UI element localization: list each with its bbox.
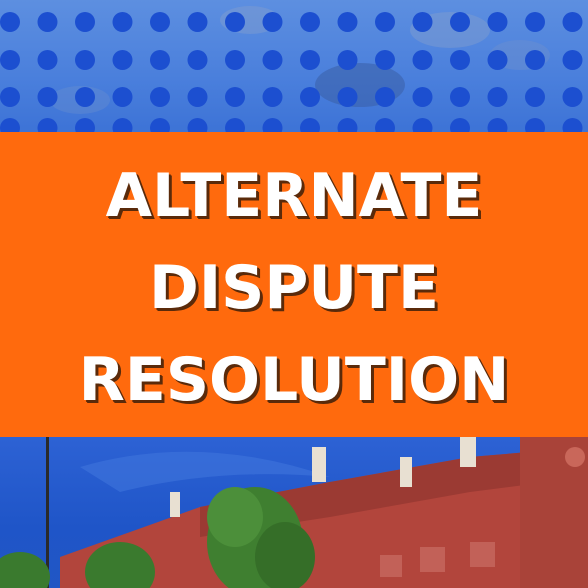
pattern-dot	[450, 87, 470, 107]
pattern-dot	[75, 118, 95, 132]
title-line-1: ALTERNATE	[105, 161, 483, 231]
pattern-dot	[75, 50, 95, 70]
pattern-dot	[300, 12, 320, 32]
pattern-dot	[37, 87, 58, 107]
pattern-dot	[187, 12, 208, 32]
pattern-dot	[450, 118, 470, 132]
pattern-dot	[375, 87, 395, 107]
pattern-dot	[412, 50, 433, 70]
pattern-dot	[37, 118, 58, 132]
pattern-dot	[300, 118, 320, 132]
pattern-dot	[337, 12, 358, 32]
pattern-dot	[450, 12, 470, 32]
pattern-dot	[525, 50, 545, 70]
pattern-dot	[0, 50, 20, 70]
dotted-pattern-band	[0, 0, 588, 132]
pattern-dot	[225, 118, 245, 132]
pattern-dot	[300, 50, 320, 70]
pattern-dot	[37, 12, 58, 32]
pattern-dot	[412, 12, 433, 32]
pattern-dot	[562, 50, 583, 70]
pattern-dot	[525, 87, 545, 107]
pattern-dot	[262, 12, 283, 32]
pattern-dot	[375, 50, 395, 70]
dot-grid	[0, 6, 583, 132]
pattern-dot	[412, 87, 433, 107]
title-line-2: DISPUTE	[149, 253, 439, 323]
pattern-dot	[262, 87, 283, 107]
pattern-dot	[225, 87, 245, 107]
pattern-dot	[187, 118, 208, 132]
pattern-dot	[412, 118, 433, 132]
pattern-dot	[375, 118, 395, 132]
pattern-dot	[112, 50, 133, 70]
pattern-dot	[112, 12, 133, 32]
building-illustration	[0, 437, 588, 588]
pattern-dot	[0, 118, 20, 132]
pattern-dot	[75, 87, 95, 107]
pattern-dot	[562, 118, 583, 132]
poster-title: ALTERNATE DISPUTE RESOLUTION	[0, 150, 588, 426]
pattern-dot	[112, 87, 133, 107]
poster: ALTERNATE DISPUTE RESOLUTION	[0, 0, 588, 588]
pattern-dot	[487, 87, 508, 107]
pattern-dot	[562, 12, 583, 32]
pattern-dot	[187, 50, 208, 70]
pattern-dot	[375, 12, 395, 32]
building-photo-band	[0, 437, 588, 588]
pattern-dot	[150, 87, 170, 107]
pattern-dot	[525, 118, 545, 132]
pattern-dot	[225, 12, 245, 32]
pattern-dot	[562, 87, 583, 107]
pattern-dot	[112, 118, 133, 132]
pattern-dot	[487, 118, 508, 132]
pattern-dot	[0, 87, 20, 107]
pattern-dot	[300, 87, 320, 107]
pattern-dot	[337, 50, 358, 70]
pattern-dot	[262, 118, 283, 132]
pattern-dot	[337, 118, 358, 132]
pattern-dot	[525, 12, 545, 32]
pattern-dot	[0, 12, 20, 32]
pattern-dot	[150, 50, 170, 70]
pattern-dot	[187, 87, 208, 107]
pattern-dot	[150, 12, 170, 32]
pattern-dot	[337, 87, 358, 107]
title-line-3: RESOLUTION	[78, 345, 510, 415]
pattern-dot	[487, 50, 508, 70]
pattern-dot	[262, 50, 283, 70]
pattern-dot	[37, 50, 58, 70]
pattern-dot	[225, 50, 245, 70]
pattern-dot	[450, 50, 470, 70]
pattern-dot	[150, 118, 170, 132]
pattern-dot	[75, 12, 95, 32]
pattern-dot	[487, 12, 508, 32]
